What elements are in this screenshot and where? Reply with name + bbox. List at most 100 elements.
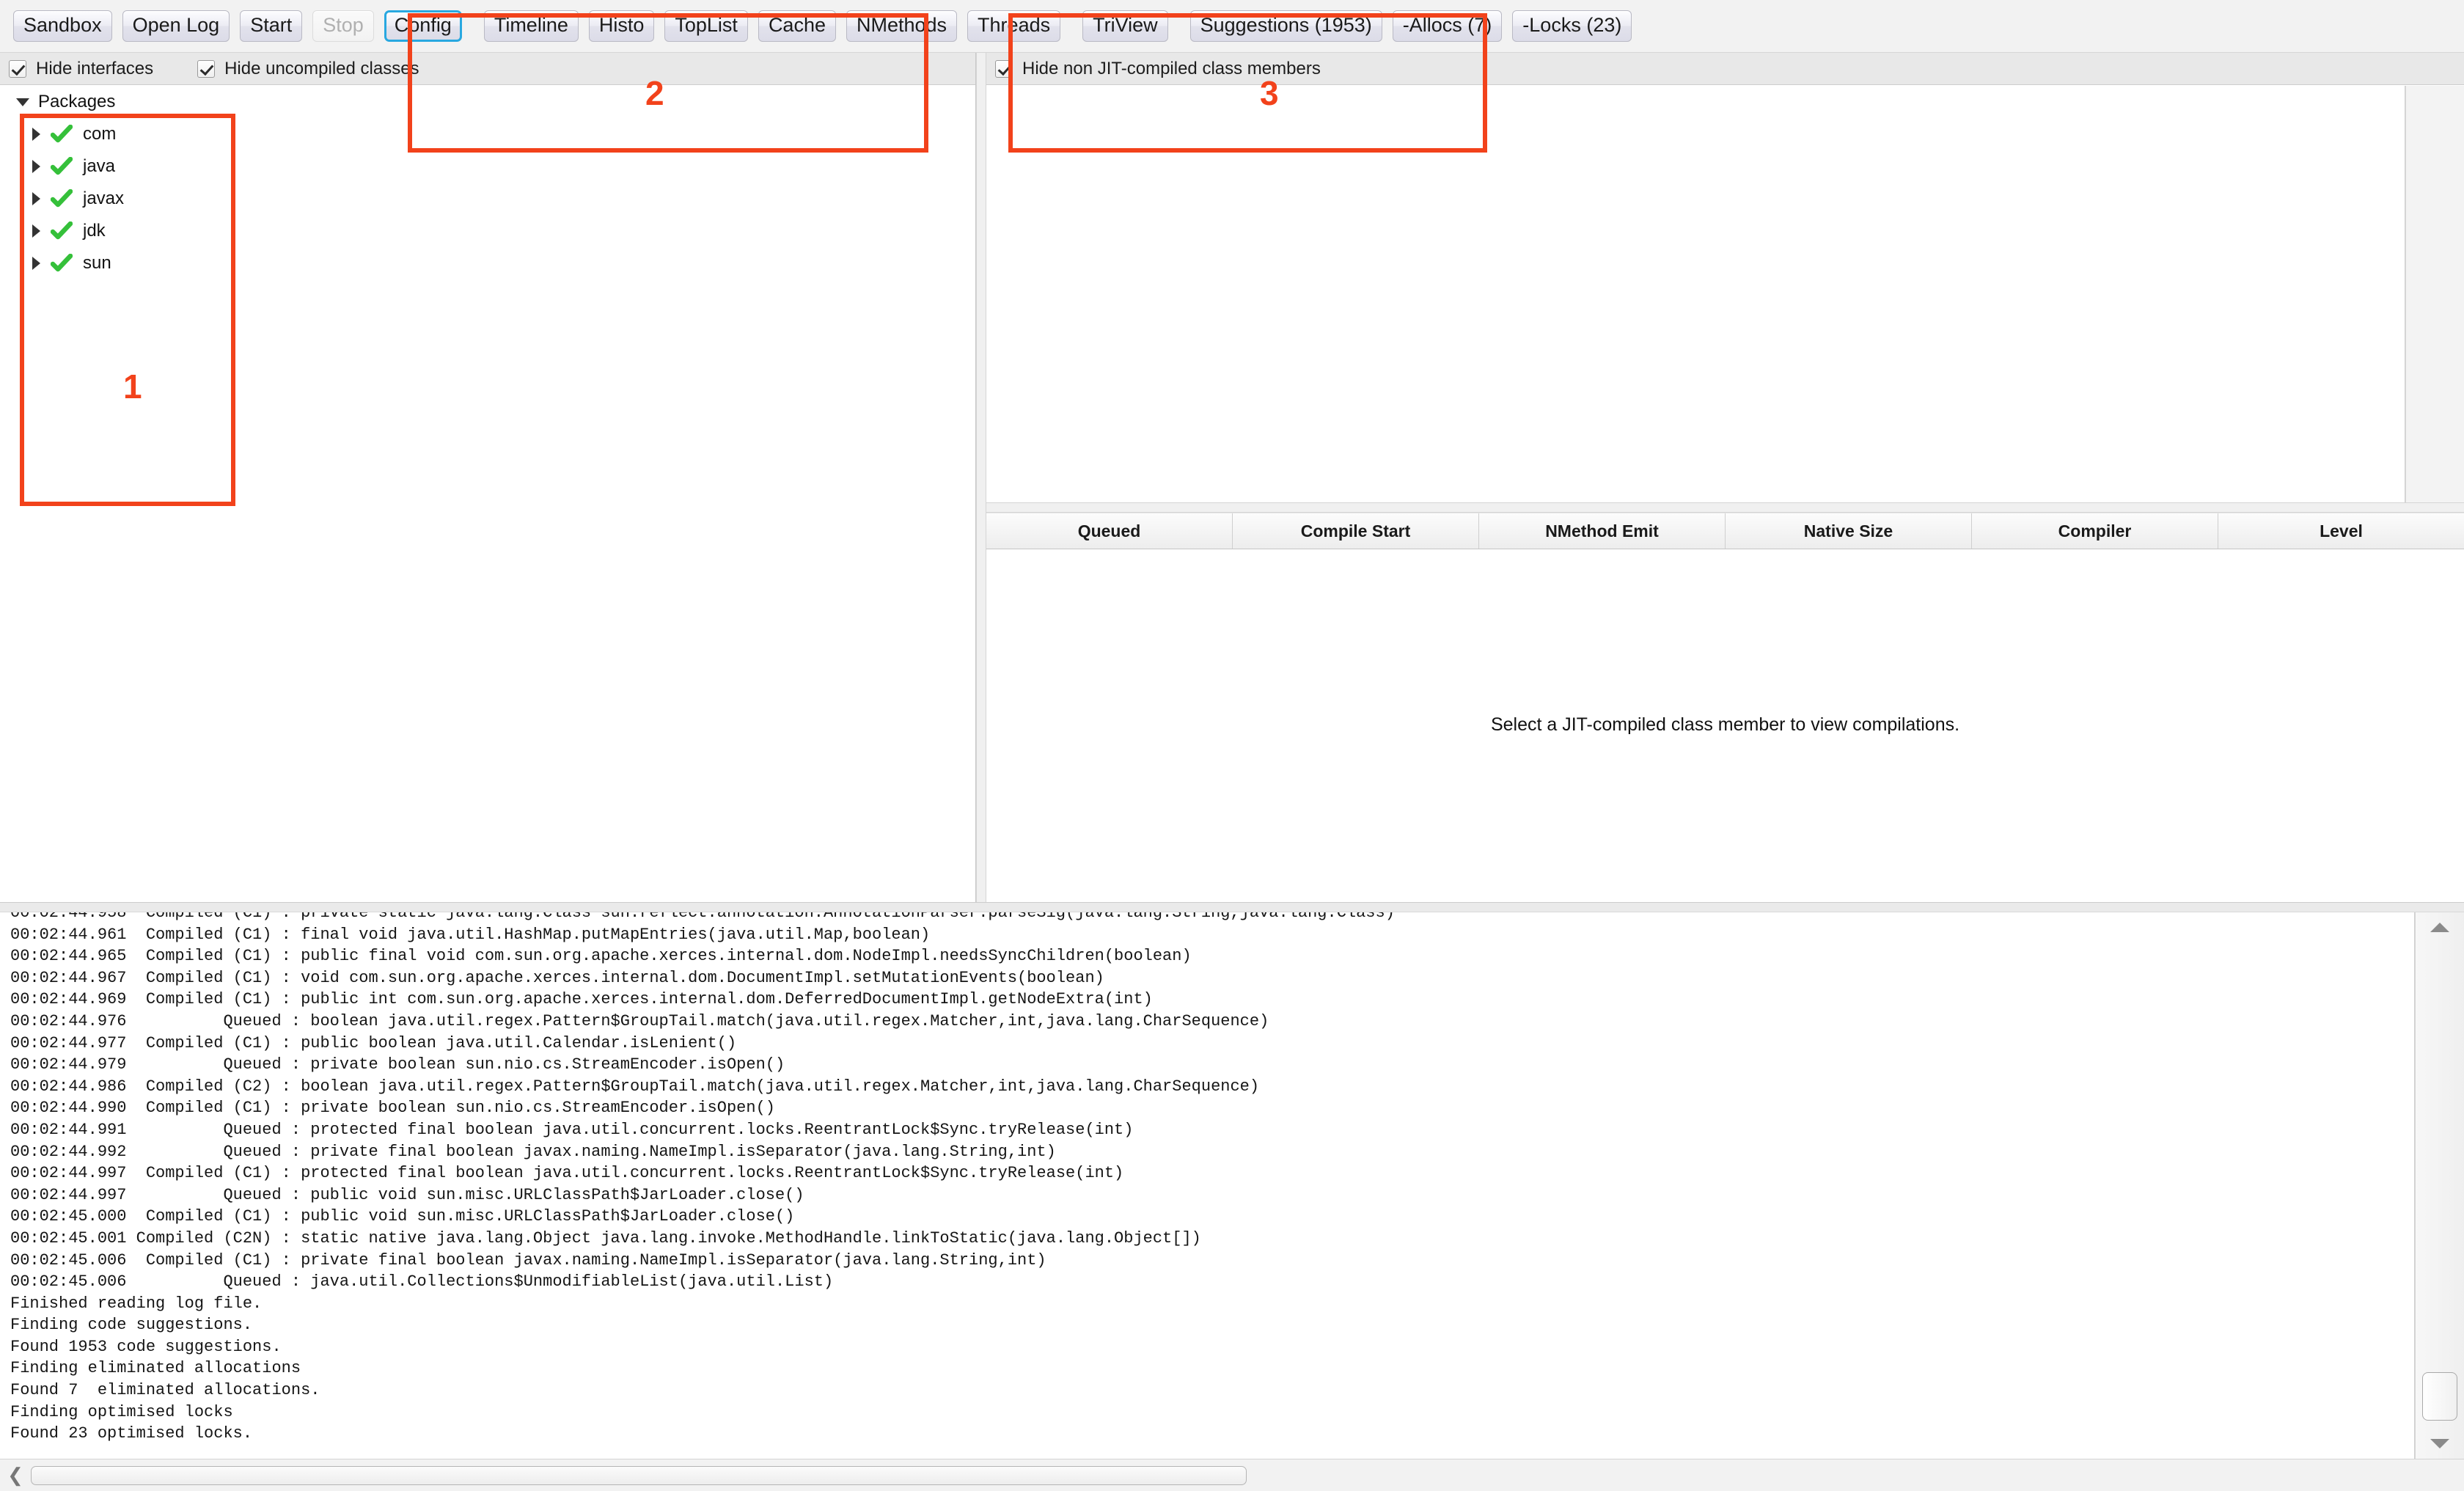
column-header-queued[interactable]: Queued (986, 513, 1233, 549)
right-filter-bar: Hide non JIT-compiled class members (986, 53, 2464, 85)
chevron-right-icon[interactable] (32, 160, 40, 173)
locks-button[interactable]: -Locks (23) (1512, 10, 1632, 42)
log-line: 00:02:44.976 Queued : boolean java.util.… (10, 1011, 1269, 1030)
compilations-table-header: Queued Compile Start NMethod Emit Native… (986, 513, 2464, 549)
tree-item-javax[interactable]: javax (0, 183, 975, 215)
scroll-left-icon[interactable]: ❮ (4, 1464, 26, 1487)
class-member-list[interactable] (986, 86, 2405, 502)
log-line: 00:02:45.001 Compiled (C2N) : static nat… (10, 1228, 1201, 1248)
sandbox-button[interactable]: Sandbox (13, 10, 112, 42)
log-line: 00:02:44.991 Queued : protected final bo… (10, 1120, 1134, 1139)
tree-root-packages[interactable]: Packages (0, 86, 975, 118)
hide-interfaces-checkbox[interactable]: Hide interfaces (9, 59, 153, 79)
compiled-tick-icon (50, 221, 73, 241)
toplist-button[interactable]: TopList (664, 10, 748, 42)
open-log-button[interactable]: Open Log (122, 10, 230, 42)
hide-interfaces-label: Hide interfaces (36, 58, 154, 78)
tree-item-label: com (83, 124, 117, 144)
horizontal-split-divider[interactable] (976, 53, 986, 902)
hide-uncompiled-classes-checkbox[interactable]: Hide uncompiled classes (197, 59, 419, 79)
log-line: 00:02:44.958 Compiled (C1) : private sta… (10, 912, 1395, 922)
tree-item-java[interactable]: java (0, 150, 975, 183)
tree-item-label: sun (83, 253, 111, 273)
log-line: 00:02:44.977 Compiled (C1) : public bool… (10, 1033, 737, 1052)
log-line: 00:02:45.000 Compiled (C1) : public void… (10, 1207, 795, 1226)
compiled-tick-icon (50, 156, 73, 176)
compilations-table: Queued Compile Start NMethod Emit Native… (986, 513, 2464, 902)
start-button[interactable]: Start (240, 10, 303, 42)
upper-split-pane: Hide interfaces Hide uncompiled classes … (0, 53, 2464, 902)
checkbox-icon[interactable] (9, 59, 26, 78)
log-line: Finding eliminated allocations (10, 1359, 301, 1378)
threads-button[interactable]: Threads (967, 10, 1061, 42)
log-vertical-scrollbar[interactable] (2415, 912, 2464, 1459)
log-horizontal-scrollbar[interactable]: ❮ (0, 1459, 2464, 1491)
chevron-right-icon[interactable] (32, 257, 40, 270)
chevron-right-icon[interactable] (32, 224, 40, 238)
compiled-tick-icon (50, 124, 73, 144)
class-member-panel: Hide non JIT-compiled class members Queu… (986, 53, 2464, 902)
package-tree-panel: Hide interfaces Hide uncompiled classes … (0, 53, 976, 902)
checkbox-icon[interactable] (995, 59, 1013, 78)
allocs-button[interactable]: -Allocs (7) (1392, 10, 1503, 42)
log-line: Found 7 eliminated allocations. (10, 1381, 320, 1400)
compiled-tick-icon (50, 253, 73, 273)
main-toolbar: Sandbox Open Log Start Stop Config Timel… (0, 0, 2464, 53)
log-line: Finding optimised locks (10, 1402, 233, 1421)
suggestions-button[interactable]: Suggestions (1953) (1189, 10, 1382, 42)
log-output-area[interactable]: 00:02:44.958 Compiled (C1) : private sta… (0, 912, 2415, 1459)
log-split-divider[interactable] (0, 902, 2464, 912)
tree-item-com[interactable]: com (0, 118, 975, 150)
log-line: Found 23 optimised locks. (10, 1424, 253, 1443)
package-tree[interactable]: Packages com java javax jdk sun (0, 86, 975, 902)
triview-button[interactable]: TriView (1082, 10, 1168, 42)
chevron-right-icon[interactable] (32, 192, 40, 205)
stop-button: Stop (312, 10, 374, 42)
timeline-button[interactable]: Timeline (483, 10, 579, 42)
checkbox-icon[interactable] (197, 59, 216, 78)
log-line: Found 1953 code suggestions. (10, 1337, 282, 1356)
left-filter-bar: Hide interfaces Hide uncompiled classes (0, 53, 975, 85)
column-header-level[interactable]: Level (2218, 513, 2464, 549)
nmethods-button[interactable]: NMethods (846, 10, 958, 42)
compilations-empty-message: Select a JIT-compiled class member to vi… (1490, 714, 1960, 735)
column-header-native-size[interactable]: Native Size (1726, 513, 1972, 549)
tree-root-label: Packages (38, 92, 116, 111)
log-line: 00:02:44.965 Compiled (C1) : public fina… (10, 947, 1192, 966)
tree-item-label: jdk (83, 221, 106, 241)
hide-uncompiled-classes-label: Hide uncompiled classes (224, 58, 419, 78)
log-hscrollbar-thumb[interactable] (31, 1465, 1247, 1485)
log-line: 00:02:44.990 Compiled (C1) : private boo… (10, 1099, 775, 1118)
tree-item-label: javax (83, 188, 125, 208)
column-header-nmethod-emit[interactable]: NMethod Emit (1479, 513, 1726, 549)
scroll-up-icon[interactable] (2430, 923, 2449, 932)
tree-item-jdk[interactable]: jdk (0, 215, 975, 247)
log-line: 00:02:44.997 Compiled (C1) : protected f… (10, 1164, 1124, 1183)
chevron-right-icon[interactable] (32, 128, 40, 141)
log-line: 00:02:44.979 Queued : private boolean su… (10, 1055, 785, 1074)
log-line: 00:02:44.992 Queued : private final bool… (10, 1142, 1056, 1161)
log-line: Finding code suggestions. (10, 1316, 253, 1335)
scroll-down-icon[interactable] (2430, 1439, 2449, 1448)
tree-item-sun[interactable]: sun (0, 247, 975, 279)
column-header-compiler[interactable]: Compiler (1972, 513, 2218, 549)
cache-button[interactable]: Cache (758, 10, 836, 42)
log-line: 00:02:44.997 Queued : public void sun.mi… (10, 1185, 804, 1204)
column-header-compile-start[interactable]: Compile Start (1233, 513, 1479, 549)
log-line: 00:02:44.969 Compiled (C1) : public int … (10, 990, 1153, 1009)
vertical-split-divider[interactable] (986, 502, 2464, 513)
config-button[interactable]: Config (384, 10, 462, 42)
log-scrollbar-thumb[interactable] (2422, 1372, 2457, 1421)
chevron-down-icon[interactable] (16, 98, 29, 106)
tree-item-label: java (83, 156, 116, 176)
compiled-tick-icon (50, 188, 73, 208)
log-line: 00:02:44.967 Compiled (C1) : void com.su… (10, 968, 1104, 987)
histo-button[interactable]: Histo (588, 10, 655, 42)
class-member-list-scrollbar[interactable] (2405, 86, 2464, 502)
log-lines-container: 00:02:44.958 Compiled (C1) : private sta… (10, 912, 2414, 1445)
log-line: Finished reading log file. (10, 1294, 263, 1313)
hide-non-jit-members-label: Hide non JIT-compiled class members (1022, 58, 1321, 78)
log-line: 00:02:44.986 Compiled (C2) : boolean jav… (10, 1077, 1260, 1096)
log-line: 00:02:44.961 Compiled (C1) : final void … (10, 925, 931, 944)
hide-non-jit-members-checkbox[interactable]: Hide non JIT-compiled class members (995, 59, 1321, 79)
